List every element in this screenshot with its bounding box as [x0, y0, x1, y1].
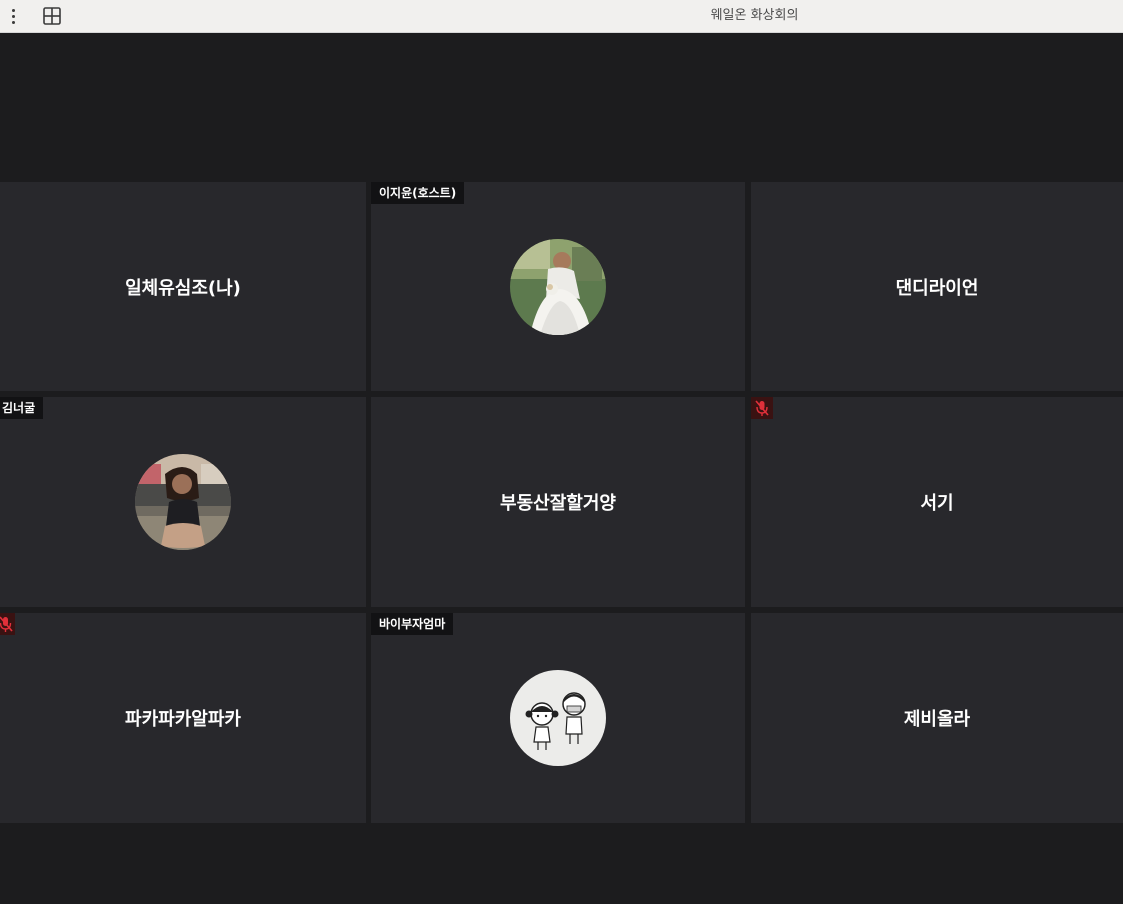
- participant-name: 서기: [920, 493, 954, 514]
- participant-tile[interactable]: 제비올라: [751, 613, 1123, 823]
- avatar: [510, 670, 606, 766]
- participant-tile[interactable]: 이지윤(호스트): [371, 182, 745, 391]
- participant-name: 일체유심조(나): [125, 277, 241, 299]
- avatar: [510, 238, 606, 335]
- participant-tile[interactable]: 김너굴: [0, 397, 366, 607]
- participant-tile[interactable]: 파카파카알파카: [0, 613, 366, 823]
- muted-mic-icon: [751, 397, 773, 419]
- participant-name-tag: 이지윤(호스트): [371, 182, 465, 204]
- participant-name-tag: 김너굴: [0, 397, 44, 419]
- participant-name: 제비올라: [903, 709, 971, 730]
- participant-name-tag: 바이부자엄마: [371, 613, 454, 635]
- participant-tile[interactable]: 바이부자엄마: [371, 613, 745, 823]
- participant-tile[interactable]: 일체유심조(나): [0, 182, 366, 391]
- participant-tile[interactable]: 부동산잘할거양: [371, 397, 745, 607]
- muted-mic-icon: [0, 613, 15, 635]
- participant-tile[interactable]: 댄디라이언: [751, 182, 1123, 391]
- avatar: [135, 454, 231, 550]
- participant-tile[interactable]: 서기: [751, 397, 1123, 607]
- title-bar: 웨일온 화상회의: [0, 0, 1123, 33]
- participant-name: 부동산잘할거양: [500, 493, 616, 514]
- participant-name: 파카파카알파카: [125, 709, 241, 730]
- window-title: 웨일온 화상회의: [710, 8, 799, 23]
- video-stage: 일체유심조(나) 이지윤(호스트) 댄디라이언 김너굴 부동산잘할거양 서기 파…: [0, 33, 1123, 904]
- participant-name: 댄디라이언: [895, 277, 979, 299]
